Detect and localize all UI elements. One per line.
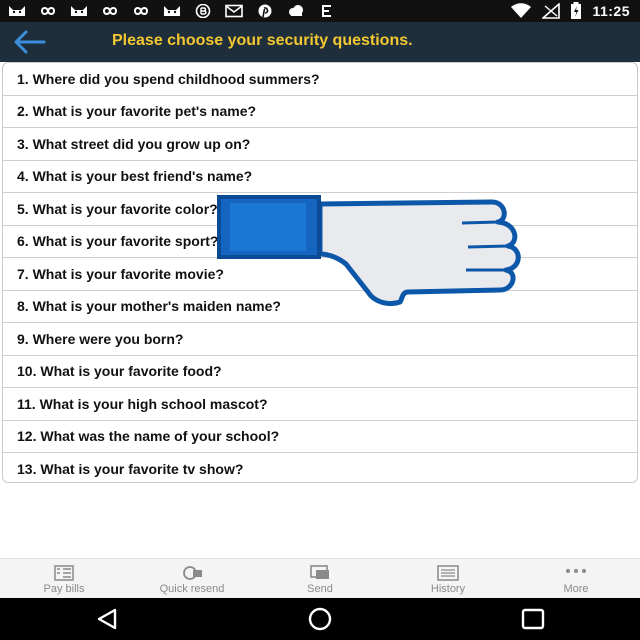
infinity-icon [102, 7, 118, 15]
app-bar: Please choose your security questions. [0, 22, 640, 62]
status-bar: 11:25 [0, 0, 640, 22]
nav-history[interactable]: History [384, 559, 512, 599]
recents-square-icon [522, 608, 545, 630]
question-row-3[interactable]: 3. What street did you grow up on? [3, 128, 637, 161]
back-triangle-icon [97, 608, 116, 630]
system-recents-button[interactable] [513, 604, 553, 634]
more-dots-icon [566, 569, 586, 573]
cloud-icon [289, 5, 303, 16]
nav-more[interactable]: More [512, 559, 640, 599]
nav-label: History [430, 583, 466, 595]
quick-resend-icon [183, 566, 202, 580]
question-row-1[interactable]: 1. Where did you spend childhood summers… [3, 63, 637, 96]
nav-label: Quick resend [159, 583, 225, 595]
bitcoin-icon [195, 4, 211, 18]
home-circle-icon [308, 607, 332, 631]
bill-icon [54, 565, 74, 581]
nav-quick-resend[interactable]: Quick resend [128, 559, 256, 599]
signal-off-icon [542, 3, 561, 19]
nav-pay-bills[interactable]: Pay bills [0, 559, 128, 599]
infinity-icon [40, 7, 56, 15]
battery-charging-icon [571, 2, 582, 19]
question-row-2[interactable]: 2. What is your favorite pet's name? [3, 96, 637, 128]
system-nav-bar [0, 598, 640, 640]
history-icon [437, 565, 459, 581]
status-indicators: 11:25 [510, 2, 630, 20]
nav-send[interactable]: Send [256, 559, 384, 599]
e-icon [322, 5, 331, 17]
cat-emoji-icon [71, 6, 87, 16]
question-row-9[interactable]: 9. Where were you born? [3, 323, 637, 356]
question-row-12[interactable]: 12. What was the name of your school? [3, 421, 637, 453]
nav-label: More [563, 583, 589, 595]
pinterest-icon [258, 4, 272, 18]
page-title: Please choose your security questions. [112, 32, 413, 49]
cat-emoji-icon [164, 6, 180, 16]
wifi-icon [511, 3, 532, 18]
question-row-13[interactable]: 13. What is your favorite tv show? [3, 453, 637, 482]
question-row-4[interactable]: 4. What is your best friend's name? [3, 161, 637, 193]
send-money-icon [310, 565, 329, 579]
bottom-nav: Pay bills Quick resend Send History More [0, 558, 640, 599]
system-home-button[interactable] [300, 604, 340, 634]
nav-label: Pay bills [43, 583, 85, 595]
clock: 11:25 [592, 3, 630, 19]
question-row-10[interactable]: 10. What is your favorite food? [3, 356, 637, 388]
mail-icon [225, 4, 243, 18]
cat-emoji-icon [9, 6, 25, 16]
thumbs-down-icon [217, 195, 521, 306]
question-row-11[interactable]: 11. What is your high school mascot? [3, 388, 637, 421]
back-button[interactable] [12, 28, 48, 56]
notification-icons [6, 3, 338, 19]
nav-label: Send [307, 583, 333, 595]
arrow-left-icon [14, 30, 46, 54]
infinity-icon [133, 7, 149, 15]
system-back-button[interactable] [87, 604, 127, 634]
